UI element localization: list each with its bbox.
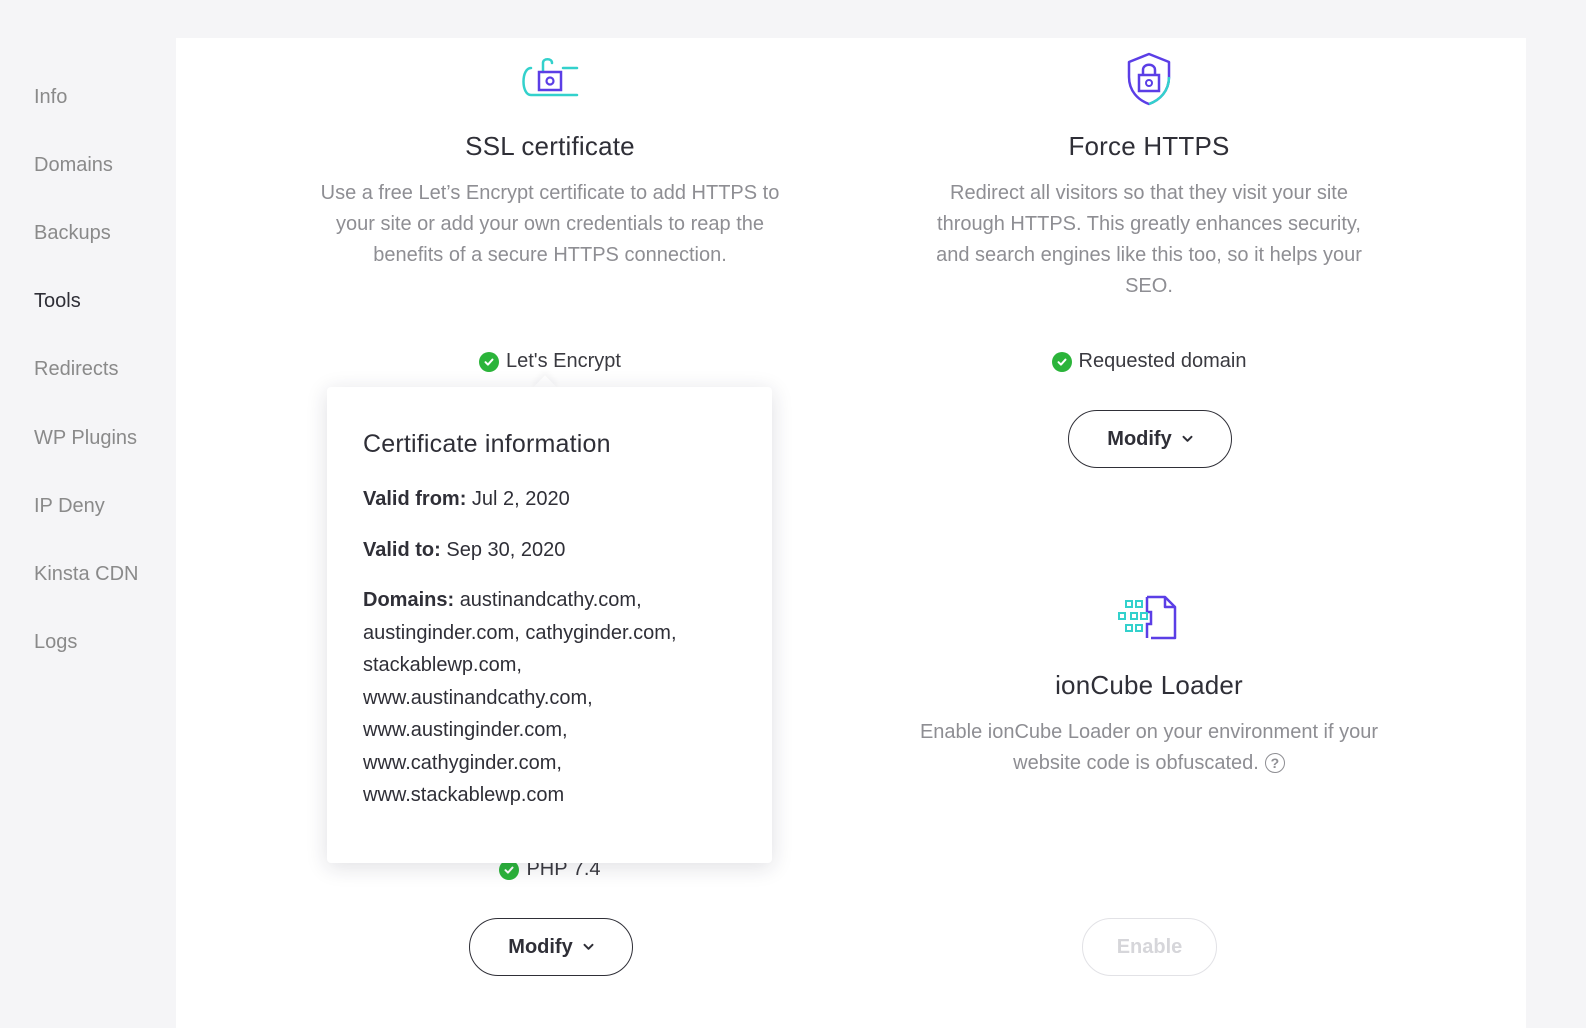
force-https-title: Force HTTPS: [1068, 131, 1230, 161]
valid-from-value: Jul 2, 2020: [471, 488, 570, 510]
ioncube-description: Enable ionCube Loader on your environmen…: [919, 717, 1379, 779]
sidebar-item-kinsta-cdn[interactable]: Kinsta CDN: [34, 562, 138, 586]
sidebar-item-domains[interactable]: Domains: [34, 153, 113, 177]
ssl-status-label: Let's Encrypt: [506, 350, 621, 372]
chevron-down-icon: [1182, 435, 1193, 443]
sidebar-item-backups[interactable]: Backups: [34, 221, 111, 245]
check-icon: [479, 351, 499, 372]
ssl-status: Let's Encrypt: [400, 350, 700, 373]
help-icon[interactable]: ?: [1264, 753, 1285, 773]
ioncube-enable-button[interactable]: Enable: [1082, 918, 1217, 976]
popover-title: Certificate information: [363, 430, 611, 458]
force-https-modify-label: Modify: [1107, 427, 1172, 450]
sidebar-item-logs[interactable]: Logs: [34, 630, 77, 654]
php-modify-label: Modify: [508, 935, 573, 958]
shield-lock-icon: [1126, 51, 1172, 112]
ssl-description: Use a free Let’s Encrypt certificate to …: [320, 182, 780, 266]
valid-from-label: Valid from:: [363, 488, 467, 510]
valid-from-row: Valid from: Jul 2, 2020: [363, 483, 736, 516]
ioncube-file-icon: [1117, 594, 1177, 647]
sidebar-item-wp-plugins[interactable]: WP Plugins: [34, 426, 137, 450]
certificate-info-popover: Certificate information Valid from: Jul …: [327, 387, 772, 863]
sidebar-item-redirects[interactable]: Redirects: [34, 357, 118, 381]
domains-value: austinandcathy.com, austinginder.com, ca…: [363, 589, 677, 806]
force-https-modify-button[interactable]: Modify: [1068, 410, 1232, 468]
force-https-description: Redirect all visitors so that they visit…: [936, 182, 1362, 297]
valid-to-label: Valid to:: [363, 538, 441, 561]
sidebar-item-ip-deny[interactable]: IP Deny: [34, 494, 105, 518]
valid-to-value: Sep 30, 2020: [446, 538, 566, 561]
check-icon: [1051, 351, 1072, 372]
sidebar-nav: Info Domains Backups Tools Redirects WP …: [0, 0, 176, 1014]
ioncube-enable-label: Enable: [1116, 935, 1183, 958]
sidebar-item-info[interactable]: Info: [34, 85, 67, 109]
sidebar-item-tools[interactable]: Tools: [34, 289, 81, 313]
force-https-status-label: Requested domain: [1078, 350, 1247, 372]
force-https-status: Requested domain: [999, 350, 1299, 373]
valid-to-row: Valid to: Sep 30, 2020: [363, 534, 736, 567]
domains-label: Domains:: [363, 589, 455, 611]
php-modify-button[interactable]: Modify: [469, 918, 633, 976]
ioncube-title: ionCube Loader: [1055, 670, 1243, 700]
ioncube-description-text: Enable ionCube Loader on your environmen…: [919, 721, 1379, 774]
chevron-down-icon: [583, 943, 594, 951]
domains-row: Domains: austinandcathy.com, austinginde…: [363, 584, 736, 812]
ssl-title: SSL certificate: [465, 131, 635, 161]
open-lock-icon: [519, 55, 581, 104]
